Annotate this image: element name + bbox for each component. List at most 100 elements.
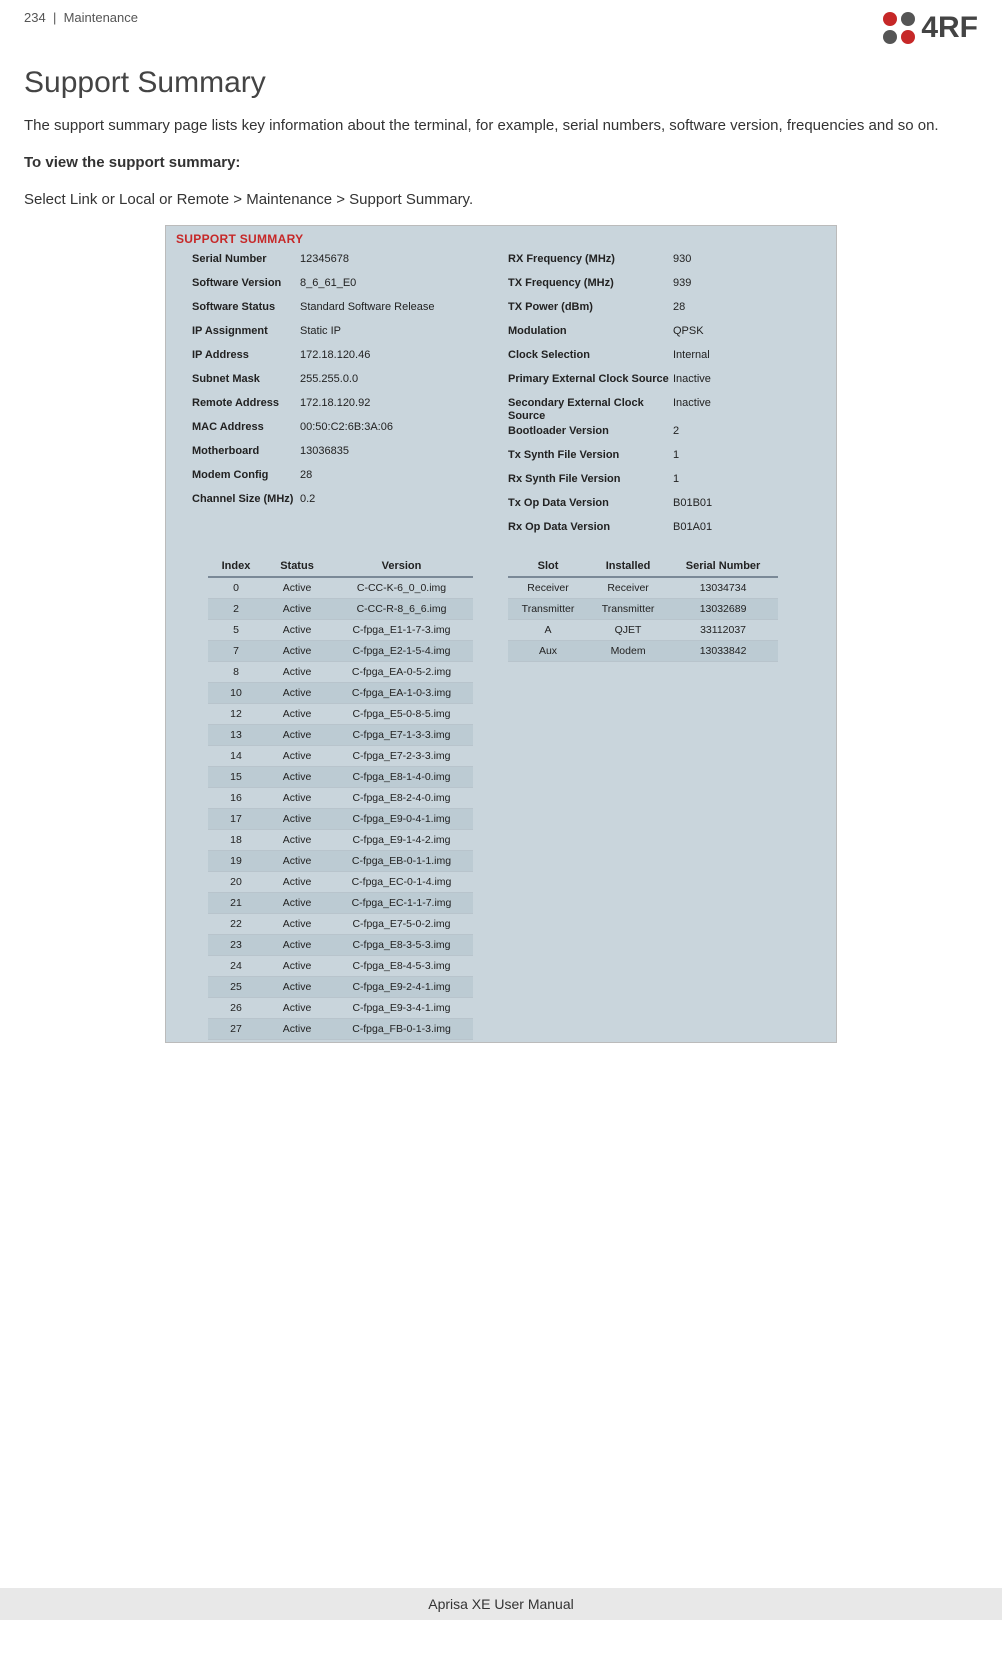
kv-row: Secondary External Clock SourceInactive bbox=[508, 396, 806, 423]
table-cell: QJET bbox=[588, 619, 668, 640]
table-cell: 2 bbox=[208, 598, 264, 619]
table-cell: 15 bbox=[208, 766, 264, 787]
table-cell: 19 bbox=[208, 850, 264, 871]
kv-value: Inactive bbox=[673, 373, 711, 385]
table-cell: Active bbox=[264, 745, 330, 766]
table-cell: Active bbox=[264, 787, 330, 808]
table-row: 22ActiveC-fpga_E7-5-0-2.img bbox=[208, 913, 473, 934]
table-cell: 27 bbox=[208, 1018, 264, 1039]
table-cell: A bbox=[508, 619, 588, 640]
table-cell: Active bbox=[264, 766, 330, 787]
table-cell: 13 bbox=[208, 724, 264, 745]
kv-value: 12345678 bbox=[300, 253, 349, 265]
table-header: Index bbox=[208, 556, 264, 577]
kv-value: Internal bbox=[673, 349, 710, 361]
table-cell: C-fpga_E1-1-7-3.img bbox=[330, 619, 473, 640]
slot-table-container: SlotInstalledSerial Number ReceiverRecei… bbox=[496, 544, 806, 1040]
table-cell: 8 bbox=[208, 661, 264, 682]
kv-key: Secondary External Clock Source bbox=[508, 397, 673, 422]
kv-row: Software StatusStandard Software Release bbox=[192, 300, 496, 324]
slot-table: SlotInstalledSerial Number ReceiverRecei… bbox=[508, 556, 778, 662]
sep: | bbox=[53, 10, 56, 25]
kv-value: 172.18.120.46 bbox=[300, 349, 370, 361]
table-cell: 14 bbox=[208, 745, 264, 766]
kv-row: Primary External Clock SourceInactive bbox=[508, 372, 806, 396]
table-cell: C-CC-R-8_6_6.img bbox=[330, 598, 473, 619]
page-footer: Aprisa XE User Manual bbox=[0, 1588, 1002, 1620]
kv-value: 8_6_61_E0 bbox=[300, 277, 356, 289]
table-cell: 5 bbox=[208, 619, 264, 640]
table-row: 18ActiveC-fpga_E9-1-4-2.img bbox=[208, 829, 473, 850]
kv-key: MAC Address bbox=[192, 421, 300, 434]
table-row: 5ActiveC-fpga_E1-1-7-3.img bbox=[208, 619, 473, 640]
logo-dots-icon bbox=[881, 10, 917, 46]
howto-path: Select Link or Local or Remote > Mainten… bbox=[24, 189, 978, 211]
kv-key: RX Frequency (MHz) bbox=[508, 253, 673, 266]
table-cell: Active bbox=[264, 598, 330, 619]
table-header: Serial Number bbox=[668, 556, 778, 577]
table-cell: C-fpga_E7-5-0-2.img bbox=[330, 913, 473, 934]
table-cell: 12 bbox=[208, 703, 264, 724]
table-row: AQJET33112037 bbox=[508, 619, 778, 640]
table-cell: C-fpga_E7-1-3-3.img bbox=[330, 724, 473, 745]
table-row: 26ActiveC-fpga_E9-3-4-1.img bbox=[208, 997, 473, 1018]
kv-value: 00:50:C2:6B:3A:06 bbox=[300, 421, 393, 433]
table-cell: 18 bbox=[208, 829, 264, 850]
table-header: Version bbox=[330, 556, 473, 577]
table-cell: Active bbox=[264, 976, 330, 997]
kv-row: Motherboard13036835 bbox=[192, 444, 496, 468]
support-summary-panel: SUPPORT SUMMARY Serial Number12345678Sof… bbox=[165, 225, 837, 1042]
table-cell: Active bbox=[264, 703, 330, 724]
table-row: 19ActiveC-fpga_EB-0-1-1.img bbox=[208, 850, 473, 871]
table-cell: C-fpga_E8-2-4-0.img bbox=[330, 787, 473, 808]
table-row: 24ActiveC-fpga_E8-4-5-3.img bbox=[208, 955, 473, 976]
header-breadcrumb: 234 | Maintenance bbox=[24, 10, 138, 25]
kv-value: Static IP bbox=[300, 325, 341, 337]
kv-row: Tx Synth File Version1 bbox=[508, 448, 806, 472]
kv-key: TX Power (dBm) bbox=[508, 301, 673, 314]
kv-key: Subnet Mask bbox=[192, 373, 300, 386]
table-cell: C-CC-K-6_0_0.img bbox=[330, 577, 473, 599]
kv-key: Serial Number bbox=[192, 253, 300, 266]
kv-row: IP Address172.18.120.46 bbox=[192, 348, 496, 372]
table-row: 27ActiveC-fpga_FB-0-1-3.img bbox=[208, 1018, 473, 1039]
kv-value: 255.255.0.0 bbox=[300, 373, 358, 385]
table-cell: Active bbox=[264, 892, 330, 913]
table-cell: 24 bbox=[208, 955, 264, 976]
left-column: Serial Number12345678Software Version8_6… bbox=[176, 252, 496, 543]
table-cell: Active bbox=[264, 829, 330, 850]
document-page: 234 | Maintenance 4RF Support Summary Th… bbox=[0, 0, 1002, 1620]
kv-value: B01B01 bbox=[673, 497, 712, 509]
kv-row: ModulationQPSK bbox=[508, 324, 806, 348]
table-row: 7ActiveC-fpga_E2-1-5-4.img bbox=[208, 640, 473, 661]
table-cell: Active bbox=[264, 661, 330, 682]
kv-value: 1 bbox=[673, 449, 679, 461]
table-cell: 16 bbox=[208, 787, 264, 808]
table-row: TransmitterTransmitter13032689 bbox=[508, 598, 778, 619]
kv-row: Channel Size (MHz)0.2 bbox=[192, 492, 496, 516]
kv-value: 0.2 bbox=[300, 493, 315, 505]
table-row: 21ActiveC-fpga_EC-1-1-7.img bbox=[208, 892, 473, 913]
kv-key: Channel Size (MHz) bbox=[192, 493, 300, 506]
kv-value: 1 bbox=[673, 473, 679, 485]
table-row: 12ActiveC-fpga_E5-0-8-5.img bbox=[208, 703, 473, 724]
kv-key: Rx Op Data Version bbox=[508, 521, 673, 534]
kv-row: Modem Config28 bbox=[192, 468, 496, 492]
kv-row: Rx Synth File Version1 bbox=[508, 472, 806, 496]
table-row: AuxModem13033842 bbox=[508, 640, 778, 661]
intro-paragraph: The support summary page lists key infor… bbox=[24, 115, 978, 137]
table-cell: 33112037 bbox=[668, 619, 778, 640]
kv-value: QPSK bbox=[673, 325, 704, 337]
table-cell: Active bbox=[264, 850, 330, 871]
table-cell: Active bbox=[264, 808, 330, 829]
table-cell: Active bbox=[264, 997, 330, 1018]
file-table-container: IndexStatusVersion 0ActiveC-CC-K-6_0_0.i… bbox=[176, 544, 496, 1040]
kv-row: Remote Address172.18.120.92 bbox=[192, 396, 496, 420]
kv-row: Clock SelectionInternal bbox=[508, 348, 806, 372]
table-cell: C-fpga_E9-0-4-1.img bbox=[330, 808, 473, 829]
kv-key: IP Assignment bbox=[192, 325, 300, 338]
table-cell: C-fpga_E9-1-4-2.img bbox=[330, 829, 473, 850]
table-cell: C-fpga_EC-1-1-7.img bbox=[330, 892, 473, 913]
table-row: ReceiverReceiver13034734 bbox=[508, 577, 778, 599]
kv-row: Subnet Mask255.255.0.0 bbox=[192, 372, 496, 396]
